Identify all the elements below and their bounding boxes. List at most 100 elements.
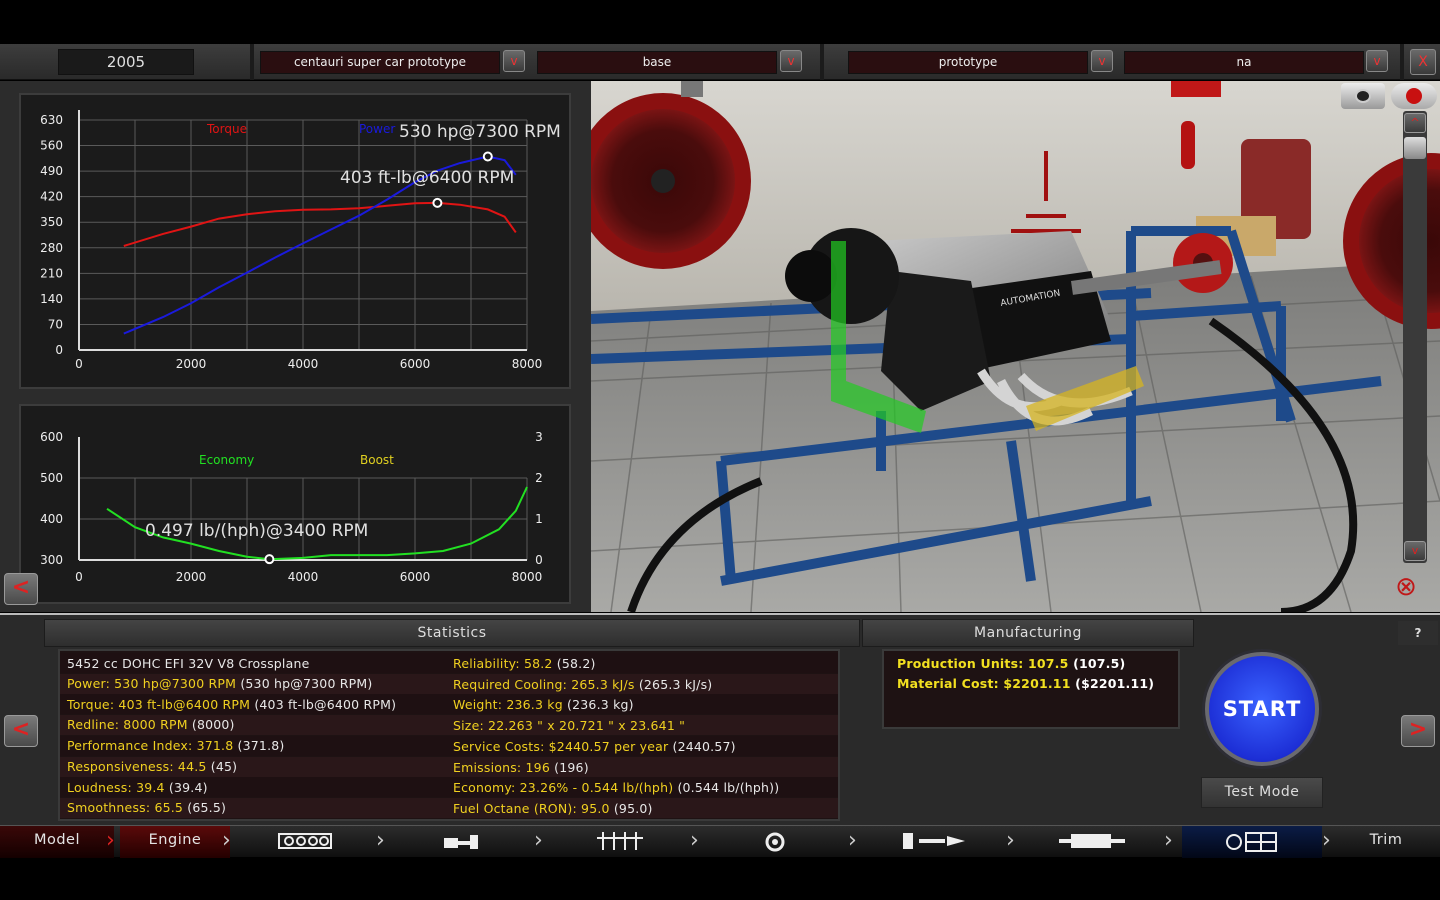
turbo-icon xyxy=(765,832,785,852)
help-button[interactable]: ? xyxy=(1398,621,1438,645)
nav-trim-tab[interactable]: Trim xyxy=(1338,826,1434,858)
start-button[interactable]: START xyxy=(1205,652,1319,766)
engine-3d-viewport[interactable]: AUTOMATION ^ v ⊗ xyxy=(591,81,1440,612)
stat-base-value: (45) xyxy=(206,758,238,774)
economy-best-marker xyxy=(264,554,275,565)
stat-base-value: (530 hp@7300 RPM) xyxy=(236,676,373,691)
stat-row: Reliability: 58.2 (58.2) xyxy=(453,656,596,671)
toggle-gizmo-icon[interactable]: ⊗ xyxy=(1384,573,1428,603)
torque-series-line xyxy=(123,201,517,247)
nav-exhaust-tab[interactable] xyxy=(1024,826,1160,858)
family-variant-dropdown-chevron-icon[interactable]: v xyxy=(780,50,802,72)
y-tick-label: 500 xyxy=(40,471,63,485)
stat-row: Size: 22.263 " x 20.721 " x 23.641 " xyxy=(453,718,685,733)
nav-fuel-tab[interactable] xyxy=(866,826,1002,858)
chevron-right-icon: › xyxy=(848,828,857,853)
family-name-dropdown[interactable]: centauri super car prototype xyxy=(260,51,500,74)
stat-label: Economy: 23.26% - 0.544 lb/(hph) xyxy=(453,780,674,796)
manufacturing-row: Production Units: 107.5 (107.5) xyxy=(897,656,1125,671)
x-tick-label: 0 xyxy=(75,570,83,584)
year-field[interactable]: 2005 xyxy=(58,49,194,75)
stat-base-value: (371.8) xyxy=(233,738,285,754)
stat-row: Weight: 236.3 kg (236.3 kg) xyxy=(453,697,634,712)
stat-base-value: (196) xyxy=(549,759,589,775)
exhaust-icon xyxy=(1059,834,1125,848)
engine-description: 5452 cc DOHC EFI 32V V8 Crossplane xyxy=(67,656,310,671)
block-icon xyxy=(278,833,332,849)
nav-block-tab[interactable] xyxy=(240,826,370,858)
divider xyxy=(250,44,254,80)
y-tick-label: 400 xyxy=(40,512,63,526)
x-tick-label: 4000 xyxy=(288,570,319,584)
y-tick-label: 560 xyxy=(40,139,63,153)
view-eye-icon[interactable] xyxy=(1391,83,1437,109)
torque-peak-marker xyxy=(432,197,443,208)
x-tick-label: 0 xyxy=(75,357,83,371)
x-tick-label: 2000 xyxy=(176,357,207,371)
nav-engine-tab[interactable]: Engine xyxy=(120,826,230,858)
testbench-icon xyxy=(1226,832,1277,852)
family-name-dropdown-chevron-icon[interactable]: v xyxy=(503,50,525,72)
graphs-prev-button[interactable]: < xyxy=(4,573,38,605)
nav-crank-tab[interactable] xyxy=(394,826,530,858)
y-tick-label: 630 xyxy=(40,113,63,127)
power-torque-chart: 630 560 490 420 350 280 210 140 70 00 2000 4000 6000… xyxy=(40,110,561,371)
stat-label: Production Units: 107.5 xyxy=(897,656,1069,671)
zoom-scrollbar-thumb[interactable] xyxy=(1404,137,1426,159)
engine-name-dropdown[interactable]: prototype xyxy=(848,51,1088,74)
engine-variant-dropdown[interactable]: na xyxy=(1124,51,1364,74)
stats-prev-button[interactable]: < xyxy=(4,715,38,747)
chevron-right-icon: › xyxy=(690,828,699,853)
stat-label: Reliability: 58.2 xyxy=(453,656,553,671)
zoom-scrollbar[interactable]: ^ v xyxy=(1403,111,1427,563)
test-mode-button[interactable]: Test Mode xyxy=(1201,777,1323,808)
y-tick-label: 350 xyxy=(40,215,63,229)
stat-label: Power: 530 hp@7300 RPM xyxy=(67,676,237,691)
stat-label: Size: 22.263 " x 20.721 " x 23.641 " xyxy=(453,718,686,734)
economy-boost-chart: 600 500 400 300 3 2 1 0 0 2000 4000 6000 8000 Econom… xyxy=(40,430,543,584)
engine-name-dropdown-chevron-icon[interactable]: v xyxy=(1091,50,1113,72)
x-tick-label: 2000 xyxy=(176,570,207,584)
stat-base-value: (2440.57) xyxy=(668,738,736,754)
stat-label: Fuel Octane (RON): 95.0 xyxy=(453,800,610,816)
engine-variant-dropdown-chevron-icon[interactable]: v xyxy=(1366,50,1388,72)
stat-label: Required Cooling: 265.3 kJ/s xyxy=(453,676,635,692)
y-tick-label: 490 xyxy=(40,164,63,178)
stat-row: Service Costs: $2440.57 per year (2440.5… xyxy=(453,739,736,754)
engine-test-bench-scene: AUTOMATION xyxy=(591,81,1440,612)
stat-base-value: (236.3 kg) xyxy=(562,697,634,713)
x-tick-label: 8000 xyxy=(512,570,543,584)
nav-testbench-tab[interactable] xyxy=(1182,826,1322,858)
nav-turbo-tab[interactable] xyxy=(708,826,844,858)
y-tick-label: 300 xyxy=(40,553,63,567)
y-tick-label: 0 xyxy=(55,343,63,357)
close-icon[interactable]: X xyxy=(1410,49,1436,75)
crank-icon xyxy=(444,835,478,849)
nav-model-tab[interactable]: Model xyxy=(0,826,114,858)
divider xyxy=(1400,44,1404,80)
chevron-right-icon: › xyxy=(376,828,385,853)
manufacturing-row: Material Cost: $2201.11 ($2201.11) xyxy=(897,676,1154,691)
family-variant-dropdown[interactable]: base xyxy=(537,51,777,74)
manufacturing-header: Manufacturing xyxy=(862,619,1194,647)
selection-bar: 2005 centauri super car prototype v base… xyxy=(0,44,1440,80)
y2-tick-label: 1 xyxy=(535,512,543,526)
power-legend-label: Power xyxy=(359,122,395,136)
manufacturing-box: Production Units: 107.5 (107.5) Material … xyxy=(882,649,1180,729)
economy-best-label: 0.497 lb/(hph)@3400 RPM xyxy=(145,521,368,541)
x-tick-label: 6000 xyxy=(400,357,431,371)
stat-label: Emissions: 196 xyxy=(453,759,550,775)
boost-legend-label: Boost xyxy=(360,453,394,467)
stat-label: Material Cost: $2201.11 xyxy=(897,676,1071,691)
zoom-out-chevron-down-icon[interactable]: v xyxy=(1404,541,1426,561)
screenshot-camera-icon[interactable] xyxy=(1341,83,1385,109)
zoom-in-chevron-up-icon[interactable]: ^ xyxy=(1404,113,1426,133)
statistics-header: Statistics xyxy=(44,619,860,647)
stat-label: Service Costs: $2440.57 per year xyxy=(453,738,669,754)
stat-label: Responsiveness: 44.5 xyxy=(67,758,207,774)
stats-next-button[interactable]: > xyxy=(1401,715,1435,747)
stat-base-value: (8000) xyxy=(187,717,235,733)
nav-heads-tab[interactable] xyxy=(552,826,688,858)
fire-extinguisher xyxy=(1181,121,1195,169)
stat-label: Weight: 236.3 kg xyxy=(453,697,563,713)
